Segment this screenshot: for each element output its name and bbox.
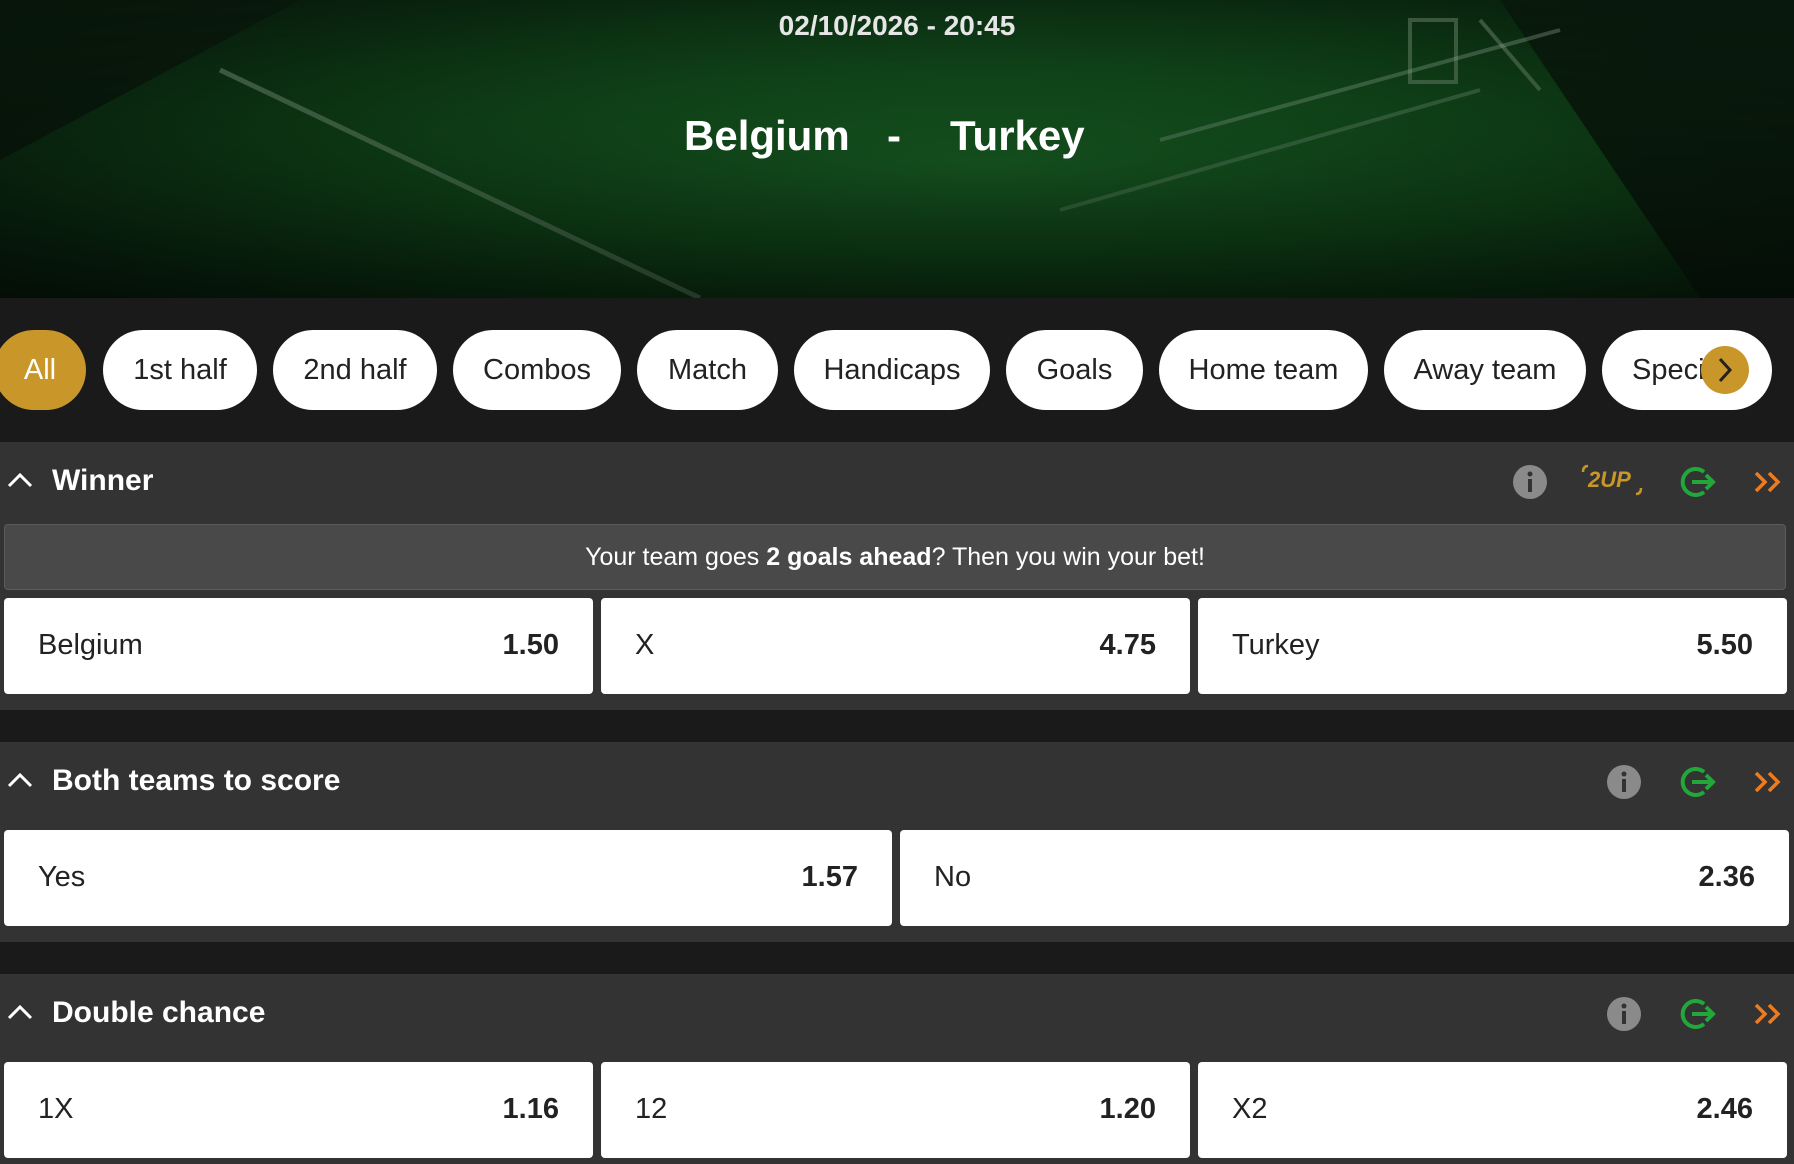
odds-label: Yes xyxy=(38,861,86,893)
event-datetime: 02/10/2026 - 20:45 xyxy=(778,10,1016,41)
double-chevron-right-icon[interactable] xyxy=(1752,996,1784,1032)
filter-1st-half[interactable]: 1st half xyxy=(103,330,257,410)
promo-text-post: ? Then you win your bet! xyxy=(931,542,1205,571)
chevron-up-icon[interactable] xyxy=(6,470,34,490)
market-title: Both teams to score xyxy=(52,764,341,797)
market-both-teams-to-score: Both teams to score Yes 1.57 No 2.36 xyxy=(0,742,1794,942)
promo-text-bold: 2 goals ahead xyxy=(766,542,932,571)
odds-label: Belgium xyxy=(38,629,143,661)
odds-label: Turkey xyxy=(1232,629,1320,661)
filter-combos[interactable]: Combos xyxy=(453,330,621,410)
double-chevron-right-icon[interactable] xyxy=(1752,464,1784,500)
scroll-right-button[interactable] xyxy=(1701,346,1749,394)
odds-value: 1.57 xyxy=(801,861,858,893)
info-icon[interactable] xyxy=(1606,996,1642,1032)
2up-badge-label: 2UP xyxy=(1588,467,1631,492)
filter-all[interactable]: All xyxy=(0,330,86,410)
odds-value: 1.16 xyxy=(502,1093,559,1125)
market-header[interactable]: Winner 2UP xyxy=(0,442,1794,522)
chevron-right-icon xyxy=(1718,357,1733,383)
away-team-name: Turkey xyxy=(950,112,1085,159)
odds-value: 2.46 xyxy=(1696,1093,1753,1125)
odds-button-no[interactable]: No 2.36 xyxy=(900,830,1789,926)
filter-away-team[interactable]: Away team xyxy=(1384,330,1586,410)
filter-handicaps[interactable]: Handicaps xyxy=(794,330,990,410)
team-separator: - xyxy=(887,112,901,159)
market-filter-bar: All 1st half 2nd half Combos Match Handi… xyxy=(0,298,1794,442)
odds-value: 4.75 xyxy=(1099,629,1156,661)
chevron-up-icon[interactable] xyxy=(6,1002,34,1022)
odds-label: X xyxy=(635,629,655,661)
odds-button-1x[interactable]: 1X 1.16 xyxy=(4,1062,593,1158)
odds-label: 12 xyxy=(635,1093,668,1125)
odds-button-draw[interactable]: X 4.75 xyxy=(601,598,1190,694)
filter-home-team[interactable]: Home team xyxy=(1159,330,1368,410)
odds-value: 1.50 xyxy=(502,629,559,661)
info-icon[interactable] xyxy=(1512,464,1548,500)
market-title: Double chance xyxy=(52,996,266,1029)
2up-badge-icon[interactable]: 2UP xyxy=(1580,462,1644,498)
odds-button-home[interactable]: Belgium 1.50 xyxy=(4,598,593,694)
filter-2nd-half[interactable]: 2nd half xyxy=(273,330,437,410)
filter-goals[interactable]: Goals xyxy=(1006,330,1143,410)
market-winner: Winner 2UP Your team goes 2 goals ahead?… xyxy=(0,442,1794,710)
odds-button-yes[interactable]: Yes 1.57 xyxy=(4,830,892,926)
odds-value: 1.20 xyxy=(1099,1093,1156,1125)
market-double-chance: Double chance 1X 1.16 12 1.20 X2 2.46 xyxy=(0,974,1794,1164)
info-icon[interactable] xyxy=(1606,764,1642,800)
cashout-icon[interactable] xyxy=(1678,464,1716,500)
chevron-up-icon[interactable] xyxy=(6,770,34,790)
event-hero: 02/10/2026 - 20:45 Belgium - Turkey xyxy=(0,0,1794,298)
filter-match[interactable]: Match xyxy=(637,330,778,410)
odds-button-x2[interactable]: X2 2.46 xyxy=(1198,1062,1787,1158)
cashout-icon[interactable] xyxy=(1678,764,1716,800)
odds-label: X2 xyxy=(1232,1093,1268,1125)
odds-button-away[interactable]: Turkey 5.50 xyxy=(1198,598,1787,694)
market-header[interactable]: Both teams to score xyxy=(0,742,1794,822)
2up-promo-banner: Your team goes 2 goals ahead? Then you w… xyxy=(4,524,1786,590)
odds-label: No xyxy=(934,861,972,893)
double-chevron-right-icon[interactable] xyxy=(1752,764,1784,800)
promo-text-pre: Your team goes xyxy=(585,542,767,571)
market-title: Winner xyxy=(52,464,154,497)
event-teams: Belgium - Turkey xyxy=(0,112,1794,172)
odds-label: 1X xyxy=(38,1093,74,1125)
cashout-icon[interactable] xyxy=(1678,996,1716,1032)
odds-value: 5.50 xyxy=(1696,629,1753,661)
market-header[interactable]: Double chance xyxy=(0,974,1794,1054)
odds-value: 2.36 xyxy=(1698,861,1755,893)
home-team-name: Belgium xyxy=(684,112,850,159)
odds-button-12[interactable]: 12 1.20 xyxy=(601,1062,1190,1158)
